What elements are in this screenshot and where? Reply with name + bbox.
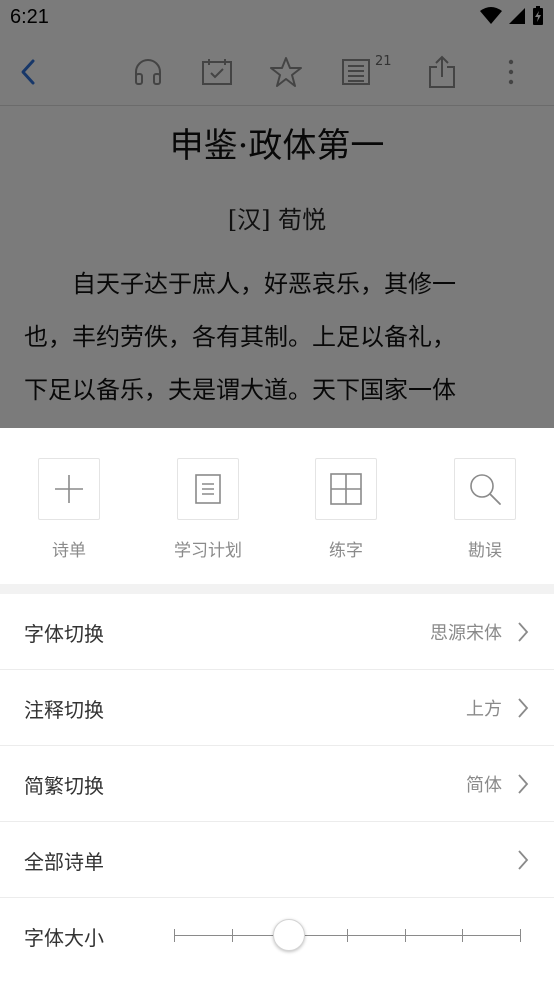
tool-errata[interactable]: 勘误	[435, 458, 535, 568]
settings-sheet: 诗单 学习计划 练字 勘误 字体切换 思源宋体 注释切换 上方 简繁切换 简体 …	[0, 428, 554, 986]
tool-box	[454, 458, 516, 520]
grid-icon	[330, 473, 362, 505]
setting-value: 思源宋体	[430, 623, 502, 644]
tools-row: 诗单 学习计划 练字 勘误	[0, 428, 554, 584]
plus-icon	[55, 475, 83, 503]
setting-label: 全部诗单	[24, 850, 104, 874]
tool-box	[177, 458, 239, 520]
slider-tick	[462, 929, 464, 942]
tool-label: 练字	[329, 541, 363, 561]
section-divider	[0, 584, 554, 594]
dim-overlay[interactable]	[0, 0, 554, 428]
setting-script-switch[interactable]: 简繁切换 简体	[0, 746, 554, 822]
slider-tick	[520, 929, 521, 942]
chevron-right-icon	[518, 698, 529, 718]
tool-label: 勘误	[468, 541, 502, 561]
tool-label: 诗单	[52, 541, 86, 561]
setting-label: 字体切换	[24, 622, 104, 646]
slider-tick	[174, 929, 175, 942]
setting-value: 上方	[466, 699, 502, 720]
setting-value: 简体	[466, 775, 502, 796]
search-icon	[470, 474, 501, 505]
document-icon	[195, 474, 221, 504]
chevron-right-icon	[518, 622, 529, 642]
setting-font-switch[interactable]: 字体切换 思源宋体	[0, 594, 554, 670]
setting-font-size: 字体大小	[0, 898, 554, 974]
tool-label: 学习计划	[174, 541, 242, 561]
reader-view: 6:21 21 申鉴·政体第一 [汉] 荀悦 自	[0, 0, 554, 428]
slider-tick	[404, 929, 406, 942]
tool-study-plan[interactable]: 学习计划	[158, 458, 258, 568]
chevron-right-icon	[518, 850, 529, 870]
setting-label: 注释切换	[24, 698, 104, 722]
slider-tick	[347, 929, 348, 942]
setting-all-poems[interactable]: 全部诗单	[0, 822, 554, 898]
chevron-right-icon	[518, 774, 529, 794]
setting-label: 简繁切换	[24, 774, 104, 798]
setting-label: 字体大小	[24, 926, 104, 950]
tool-box	[315, 458, 377, 520]
tool-poem-list[interactable]: 诗单	[19, 458, 119, 568]
font-size-slider-thumb[interactable]	[273, 919, 306, 951]
setting-note-switch[interactable]: 注释切换 上方	[0, 670, 554, 746]
tool-box	[38, 458, 100, 520]
slider-tick	[231, 929, 233, 942]
tool-calligraphy[interactable]: 练字	[296, 458, 396, 568]
